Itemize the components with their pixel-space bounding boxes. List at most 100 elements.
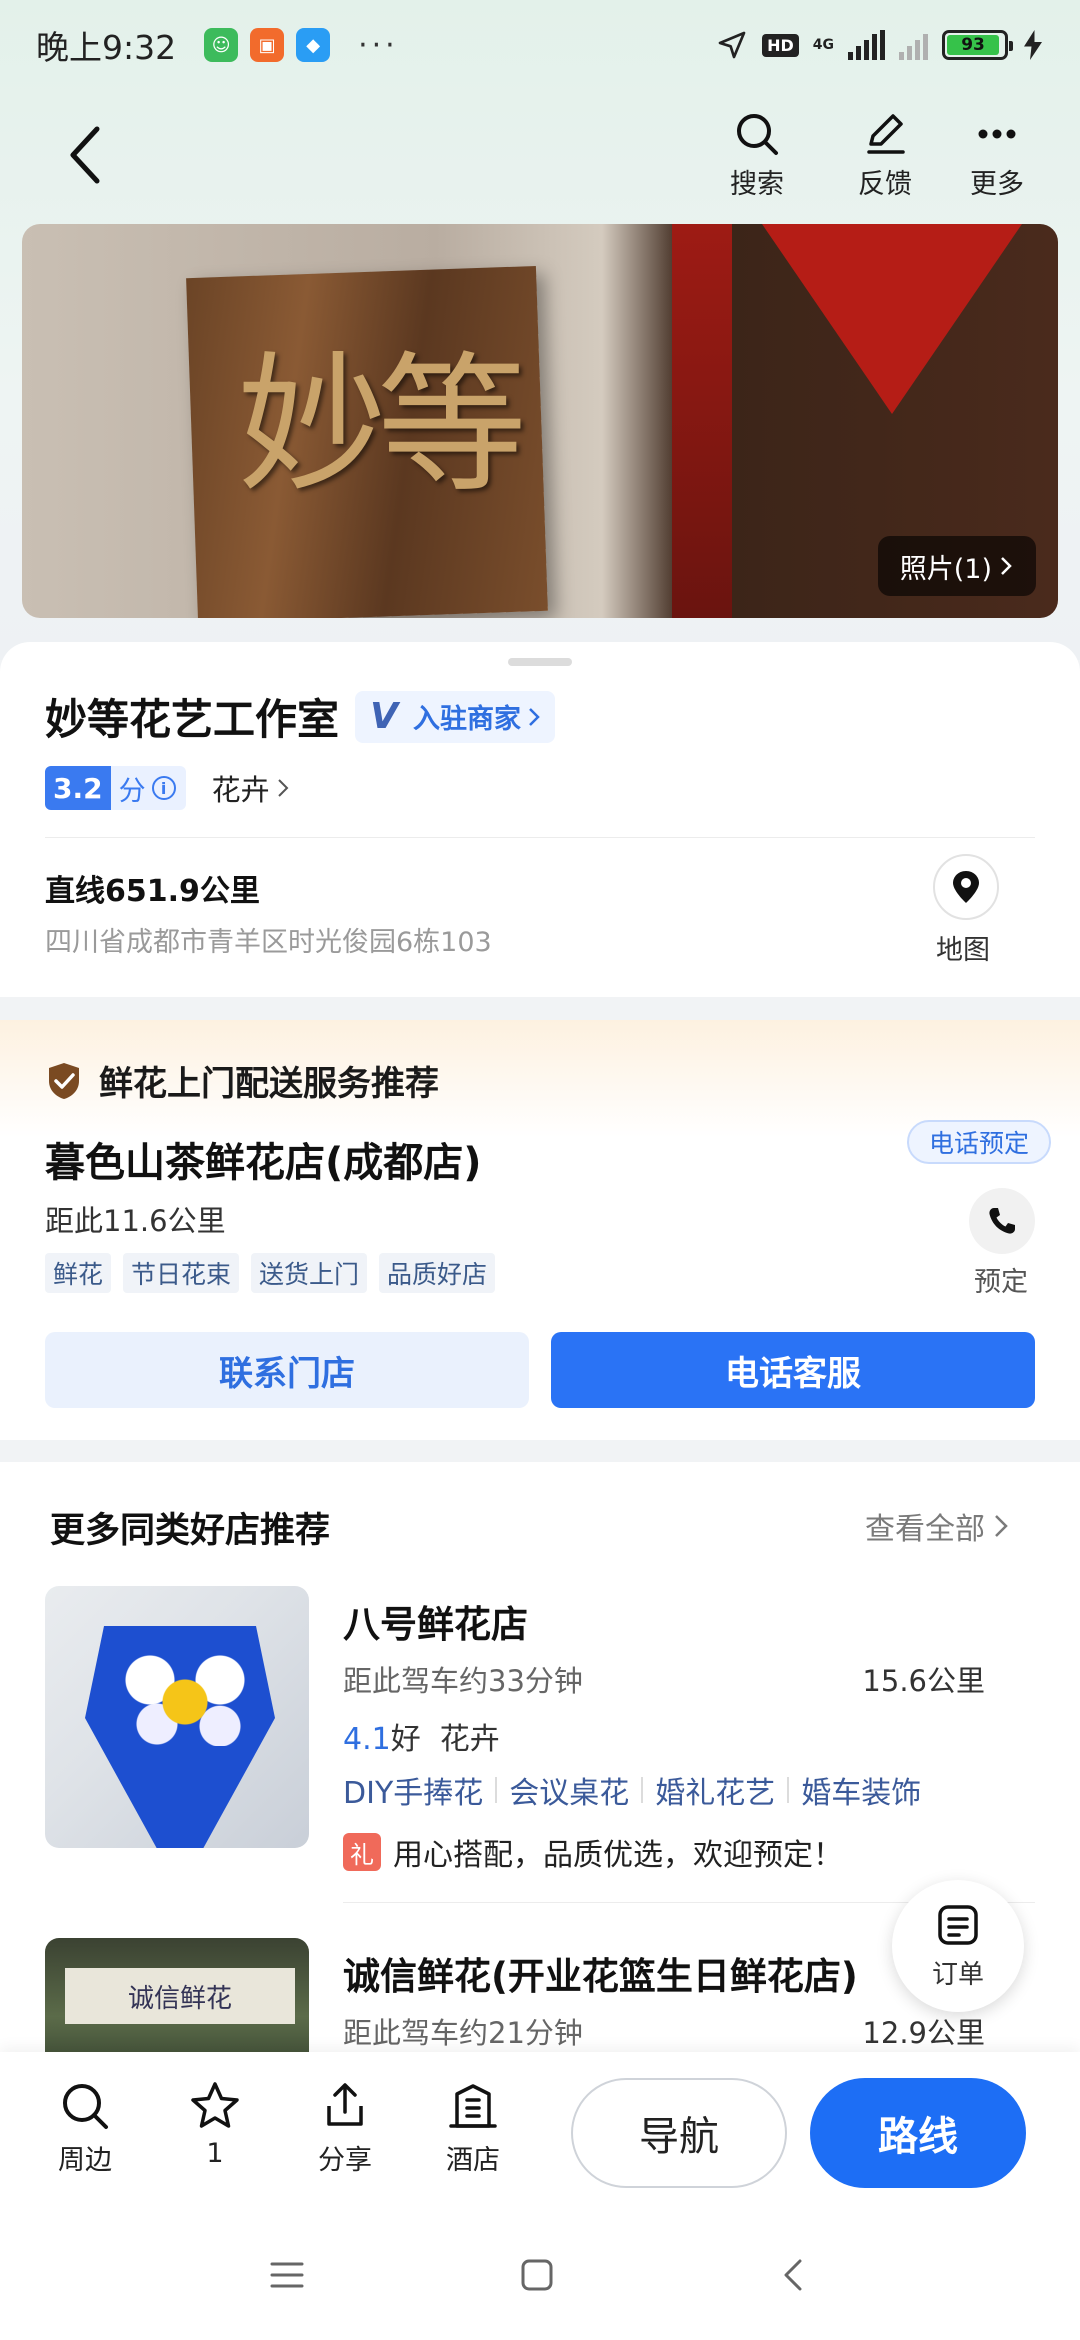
tag: 鲜花	[45, 1253, 112, 1293]
wechat-app-icon: ☺	[204, 28, 239, 62]
shop-item-name: 诚信鲜花(开业花篮生日鲜花店)	[343, 1955, 858, 1998]
rating-badge[interactable]: 3.2 分 i	[45, 766, 186, 810]
nearby-tab[interactable]: 周边	[30, 2080, 140, 2177]
shield-check-icon	[49, 1062, 79, 1099]
shop-info-card: 妙等花艺工作室 V 入驻商家 3.2 分 i 花卉 直线651.9公里 四川省成…	[0, 642, 1080, 997]
banner-decoration	[762, 224, 1022, 414]
promo-header: 鲜花上门配送服务推荐	[45, 1056, 439, 1105]
rating-unit: 分	[118, 775, 146, 807]
search-button[interactable]: 搜索	[712, 110, 802, 201]
chevron-right-icon	[277, 779, 289, 797]
feedback-button[interactable]: 反馈	[840, 110, 930, 201]
view-all-link[interactable]: 查看全部	[865, 1504, 1009, 1548]
gift-text: 用心搭配，品质优选，欢迎预定！	[393, 1838, 843, 1873]
system-navigation-bar	[0, 2210, 1080, 2340]
drive-time: 距此驾车约21分钟	[343, 2016, 583, 2050]
shop-item-name: 八号鲜花店	[343, 1603, 528, 1646]
order-list-icon	[938, 1904, 978, 1945]
bottom-action-bar: 周边 1 分享 酒店 导航 路线	[0, 2052, 1080, 2210]
rating-value: 4.1	[343, 1722, 391, 1757]
edit-pencil-icon	[867, 114, 905, 154]
merchant-badge-label: 入驻商家	[413, 704, 522, 735]
service-tag: DIY手捧花	[343, 1776, 484, 1811]
category-label: 花卉	[211, 773, 270, 807]
straight-distance: 直线651.9公里	[45, 874, 260, 909]
route-button[interactable]: 路线	[810, 2078, 1026, 2188]
shop-photo-banner[interactable]: 妙等 照片(1)	[22, 224, 1058, 618]
top-area: 晚上9:32 ☺ ▣ ◆ ··· HD 4G 93 搜索 反馈 更多 妙等 照片…	[0, 0, 1080, 660]
more-dots-icon	[978, 129, 1016, 139]
shop-title-row: 妙等花艺工作室 V 入驻商家	[45, 686, 556, 747]
message-app-icon: ◆	[296, 28, 331, 62]
shop-thumbnail	[45, 1586, 309, 1848]
location-arrow-icon	[718, 31, 746, 59]
menu-lines-icon	[270, 2262, 304, 2288]
chevron-right-icon	[995, 1515, 1008, 1537]
distance-km: 12.9公里	[862, 2016, 985, 2050]
drag-handle[interactable]	[508, 658, 572, 666]
separator	[495, 1777, 498, 1803]
category-link[interactable]: 花卉	[212, 767, 290, 809]
more-button[interactable]: 更多	[952, 110, 1042, 201]
back-button[interactable]	[55, 120, 115, 190]
tag: 品质好店	[379, 1253, 496, 1293]
separator	[641, 1777, 644, 1803]
separator	[787, 1777, 790, 1803]
system-back-button[interactable]	[768, 2250, 818, 2300]
more-label: 更多	[970, 169, 1024, 200]
call-service-button[interactable]: 电话客服	[551, 1332, 1035, 1408]
hd-icon: HD	[762, 33, 799, 57]
list-item[interactable]: 诚信鲜花 诚信鲜花(开业花篮生日鲜花店) 距此驾车约21分钟 12.9公里	[45, 1938, 1035, 2062]
status-bar: 晚上9:32 ☺ ▣ ◆ ··· HD 4G 93	[0, 0, 1080, 90]
home-square-icon	[521, 2259, 553, 2291]
service-tag: 会议桌花	[509, 1776, 630, 1811]
promo-shop-name[interactable]: 暮色山茶鲜花店(成都店)	[45, 1130, 482, 1188]
hotel-label: 酒店	[446, 2145, 500, 2176]
category-label: 花卉	[439, 1722, 500, 1757]
drive-time: 距此驾车约33分钟	[343, 1664, 583, 1698]
phone-booking-button[interactable]	[969, 1188, 1035, 1254]
navigate-button[interactable]: 导航	[571, 2078, 787, 2188]
service-tags: DIY手捧花 会议桌花 婚礼花艺 婚车装饰	[343, 1768, 921, 1812]
shop-thumbnail: 诚信鲜花	[45, 1938, 309, 2062]
map-button[interactable]	[933, 854, 999, 920]
promo-tags: 鲜花 节日花束 送货上门 品质好店	[45, 1253, 496, 1293]
photo-count-label: 照片(1)	[899, 553, 992, 585]
favorite-tab[interactable]: 1	[160, 2080, 270, 2169]
shop-address: 四川省成都市青羊区时光俊园6栋103	[45, 927, 492, 958]
more-notifications-icon: ···	[358, 27, 399, 63]
favorite-count: 1	[206, 2138, 224, 2169]
gift-icon: 礼	[343, 1833, 381, 1871]
promo-distance: 距此11.6公里	[45, 1204, 226, 1238]
map-label: 地图	[936, 935, 990, 966]
merchant-badge[interactable]: V 入驻商家	[355, 690, 556, 743]
photo-count-button[interactable]: 照片(1)	[877, 536, 1036, 596]
share-tab[interactable]: 分享	[290, 2080, 400, 2177]
signal-icon	[848, 30, 885, 60]
shopping-app-icon: ▣	[250, 28, 285, 62]
hotel-tab[interactable]: 酒店	[418, 2080, 528, 2177]
chevron-right-icon	[529, 707, 540, 726]
shop-item-rating: 4.1好 花卉	[343, 1714, 500, 1758]
location-pin-icon	[953, 871, 979, 903]
chevron-right-icon	[1001, 557, 1012, 575]
distance-km: 15.6公里	[862, 1664, 985, 1698]
contact-store-button[interactable]: 联系门店	[45, 1332, 529, 1408]
network-type: 4G	[812, 37, 834, 53]
hotel-building-icon	[449, 2084, 497, 2128]
share-label: 分享	[318, 2145, 372, 2176]
delivery-promo-card: 鲜花上门配送服务推荐 暮色山茶鲜花店(成都店) 距此11.6公里 鲜花 节日花束…	[0, 1020, 1080, 1440]
info-icon: i	[151, 776, 176, 800]
order-button[interactable]: 订单	[892, 1880, 1024, 2012]
list-item[interactable]: 八号鲜花店 距此驾车约33分钟 15.6公里 4.1好 花卉 DIY手捧花 会议…	[45, 1586, 1035, 1916]
promo-title: 鲜花上门配送服务推荐	[99, 1064, 439, 1104]
phone-icon	[989, 1208, 1015, 1234]
phone-booking-bubble: 电话预定	[907, 1120, 1052, 1164]
home-button[interactable]	[512, 2250, 562, 2300]
search-nearby-icon	[63, 2084, 108, 2129]
recommend-title: 更多同类好店推荐	[50, 1511, 331, 1551]
charging-icon	[1024, 30, 1042, 60]
back-arrow-icon	[70, 126, 100, 184]
menu-icon[interactable]	[262, 2250, 312, 2300]
search-label: 搜索	[730, 169, 784, 200]
